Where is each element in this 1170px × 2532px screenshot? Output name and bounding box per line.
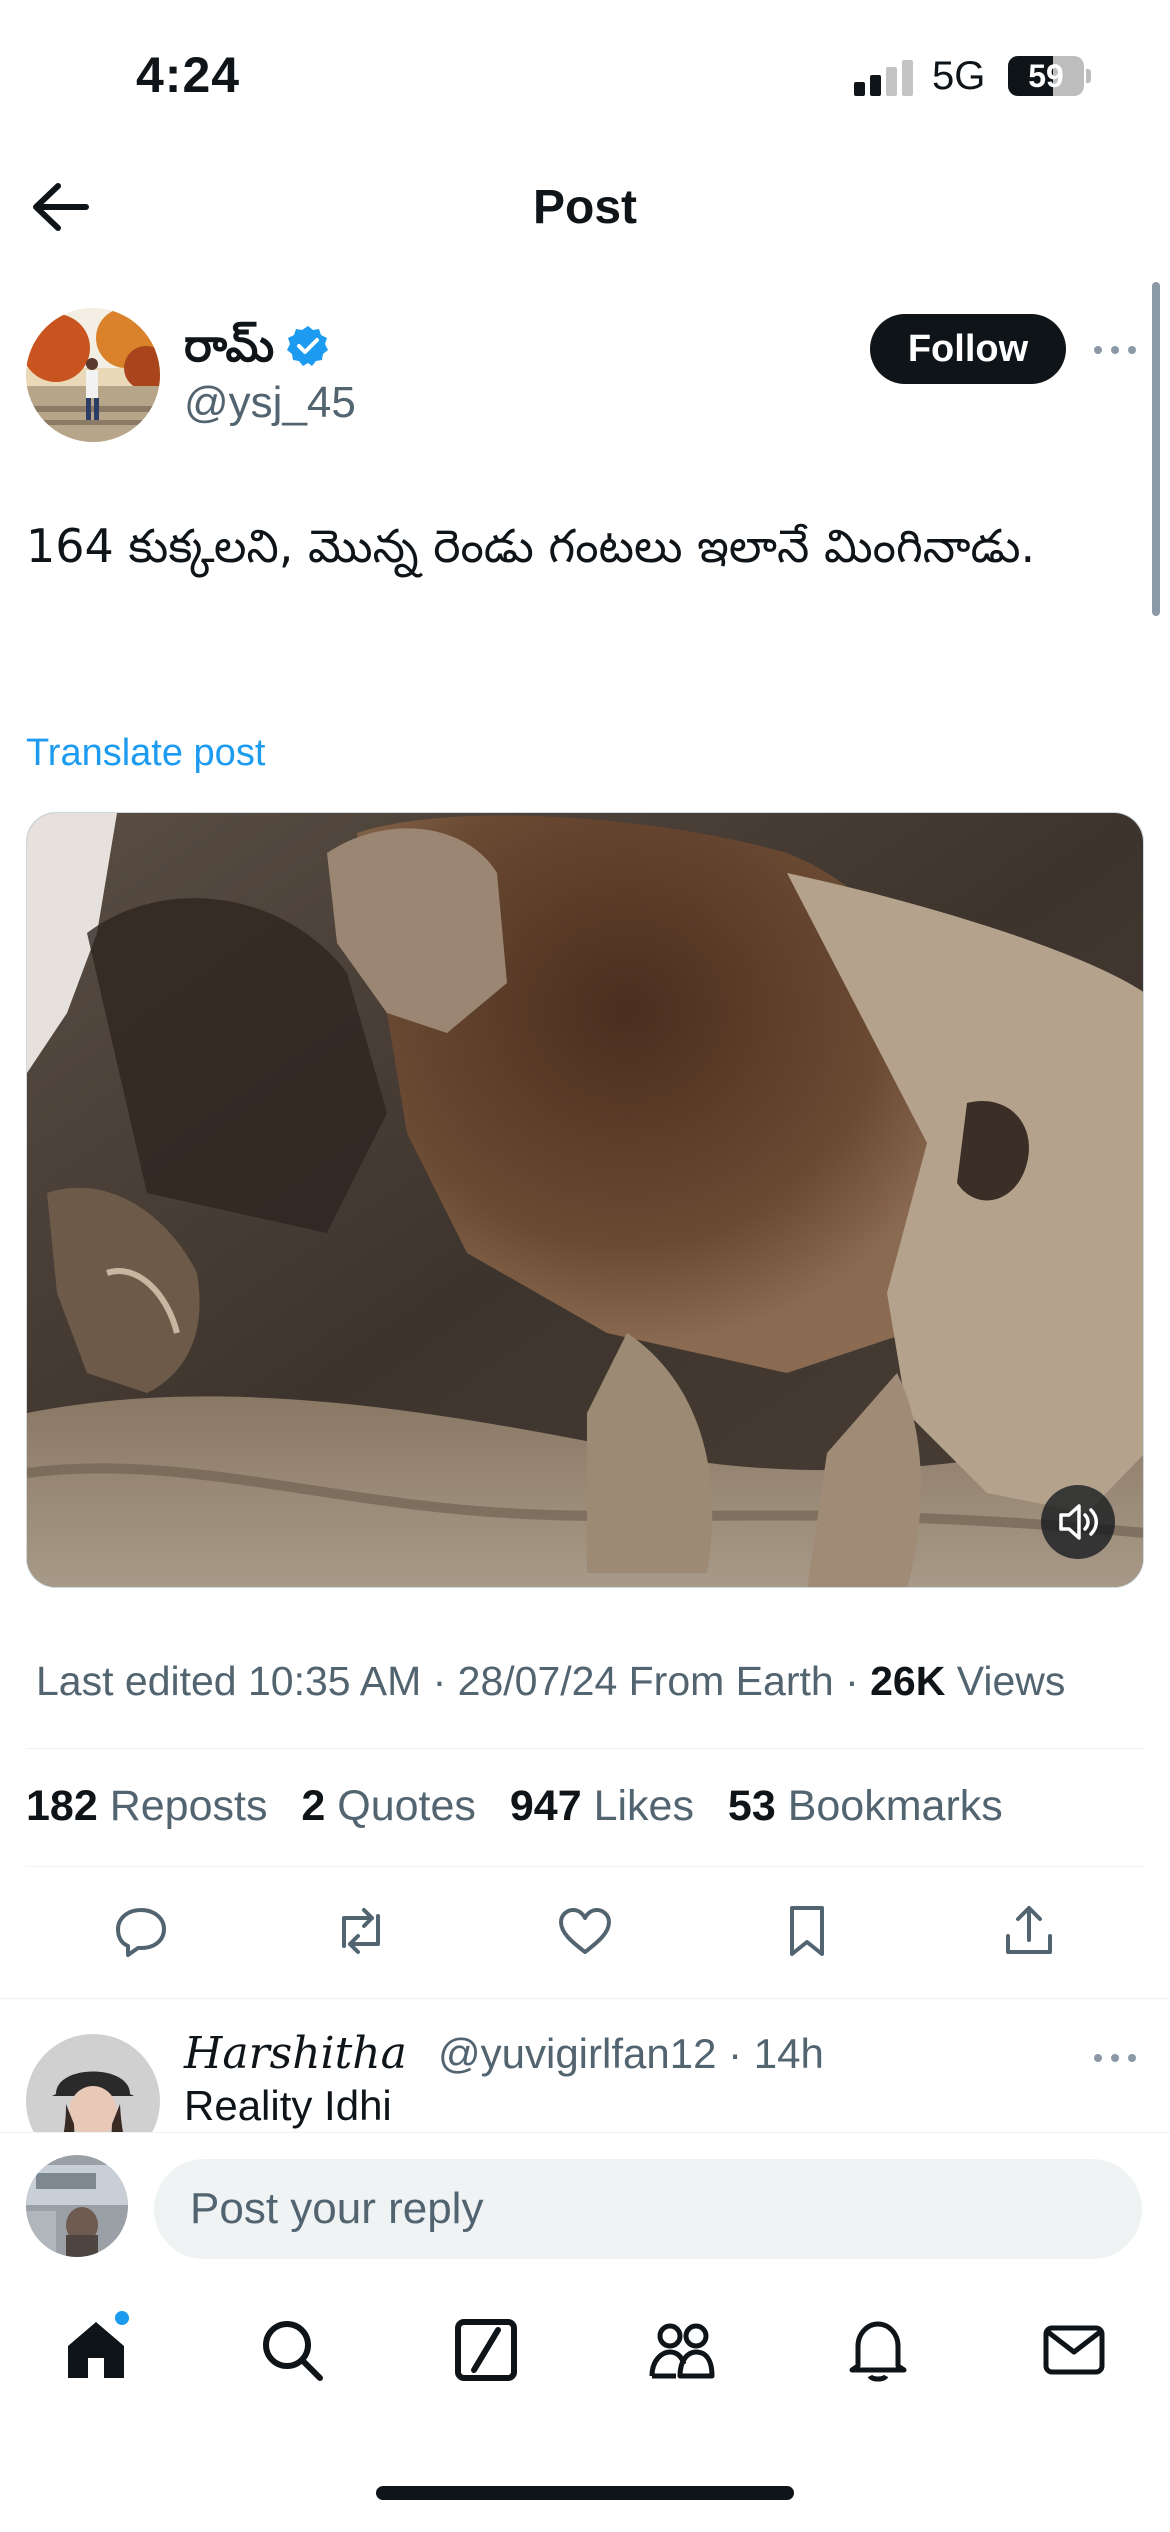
my-avatar[interactable] xyxy=(26,2155,128,2257)
author-display-name[interactable]: రామ్ xyxy=(184,318,274,384)
reposts-count: 182 xyxy=(26,1782,98,1830)
avatar-image xyxy=(26,308,160,442)
likes-label: Likes xyxy=(581,1782,694,1830)
battery-icon: 59 xyxy=(1008,56,1084,96)
likes-stat[interactable]: 947 Likes xyxy=(510,1782,694,1831)
follow-button[interactable]: Follow xyxy=(870,314,1066,384)
reply-author-name[interactable]: Harshitha xyxy=(184,2028,407,2079)
bookmarks-label: Bookmarks xyxy=(775,1782,1003,1830)
author-handle[interactable]: @ysj_45 xyxy=(184,378,356,428)
signal-icon xyxy=(854,60,916,96)
page-title: Post xyxy=(532,181,637,234)
quotes-stat[interactable]: 2 Quotes xyxy=(301,1782,476,1831)
bookmarks-count: 53 xyxy=(727,1782,776,1830)
reply-icon xyxy=(116,1908,166,1957)
like-button[interactable] xyxy=(550,1896,620,1966)
bookmark-icon xyxy=(790,1906,824,1956)
reposts-stat[interactable]: 182 Reposts xyxy=(26,1782,267,1831)
tab-communities[interactable] xyxy=(642,2310,722,2390)
tab-notifications[interactable] xyxy=(838,2310,918,2390)
post-text: 164 కుక్కలని, మొన్న రెండు గంటలు ఇలానే మి… xyxy=(26,519,1036,573)
reply-handle-time[interactable]: @yuvigirlfan12 · 14h xyxy=(438,2030,824,2078)
tab-messages[interactable] xyxy=(1034,2310,1114,2390)
quotes-count: 2 xyxy=(301,1782,326,1830)
reply-compose-bar xyxy=(0,2132,1170,2276)
share-icon xyxy=(1006,1906,1052,1954)
like-icon xyxy=(559,1908,611,1954)
post-header: Post xyxy=(0,150,1170,264)
more-options-icon[interactable] xyxy=(1092,334,1138,364)
repost-icon xyxy=(342,1908,380,1954)
divider xyxy=(26,1748,1144,1749)
translate-post-link[interactable]: Translate post xyxy=(26,732,265,775)
bookmarks-stat[interactable]: 53 Bookmarks xyxy=(728,1782,1003,1831)
repost-button[interactable] xyxy=(326,1896,396,1966)
divider xyxy=(26,1866,1144,1867)
author-avatar[interactable] xyxy=(26,308,160,442)
volume-icon xyxy=(1059,1504,1098,1540)
notifications-icon xyxy=(849,2321,907,2382)
tab-grok[interactable] xyxy=(446,2310,526,2390)
battery-tip xyxy=(1086,69,1091,83)
engagement-stats: 182 Reposts 2 Quotes 947 Likes 53 Bookma… xyxy=(26,1782,1025,1831)
avatar-image xyxy=(26,2155,128,2257)
divider xyxy=(0,1998,1170,1999)
bookmark-button[interactable] xyxy=(772,1896,842,1966)
post-actions xyxy=(0,1896,1170,1966)
views-count[interactable]: 26K xyxy=(870,1658,945,1704)
post-video[interactable] xyxy=(26,812,1144,1588)
verified-badge-icon xyxy=(287,326,328,366)
mute-toggle-button[interactable] xyxy=(1041,1485,1115,1559)
status-bar: 4:24 5G 59 xyxy=(0,0,1170,150)
grok-icon xyxy=(455,2319,517,2381)
tab-search[interactable] xyxy=(252,2310,332,2390)
search-icon xyxy=(263,2321,323,2381)
reply-more-options-icon[interactable] xyxy=(1092,2042,1138,2072)
post-meta: Last edited 10:35 AM · 28/07/24 From Ear… xyxy=(36,1658,1065,1705)
share-button[interactable] xyxy=(994,1896,1064,1966)
views-label: Views xyxy=(945,1658,1066,1704)
home-new-content-dot xyxy=(112,2308,132,2328)
communities-icon xyxy=(649,2323,715,2379)
home-indicator[interactable] xyxy=(376,2486,794,2500)
scrollbar[interactable] xyxy=(1152,282,1160,616)
reposts-label: Reposts xyxy=(97,1782,268,1830)
reply-text: Reality Idhi xyxy=(184,2082,392,2129)
likes-count: 947 xyxy=(509,1782,582,1830)
network-type: 5G xyxy=(932,54,986,98)
quotes-label: Quotes xyxy=(325,1782,476,1830)
status-time: 4:24 xyxy=(136,47,241,103)
battery-percent: 59 xyxy=(1028,58,1064,94)
lion-video-frame xyxy=(27,813,1143,1587)
reply-input[interactable] xyxy=(154,2159,1142,2259)
edit-info: Last edited 10:35 AM · 28/07/24 From Ear… xyxy=(36,1658,871,1704)
bottom-tab-bar xyxy=(0,2290,1170,2420)
reply-button[interactable] xyxy=(106,1896,176,1966)
messages-icon xyxy=(1043,2325,1105,2375)
